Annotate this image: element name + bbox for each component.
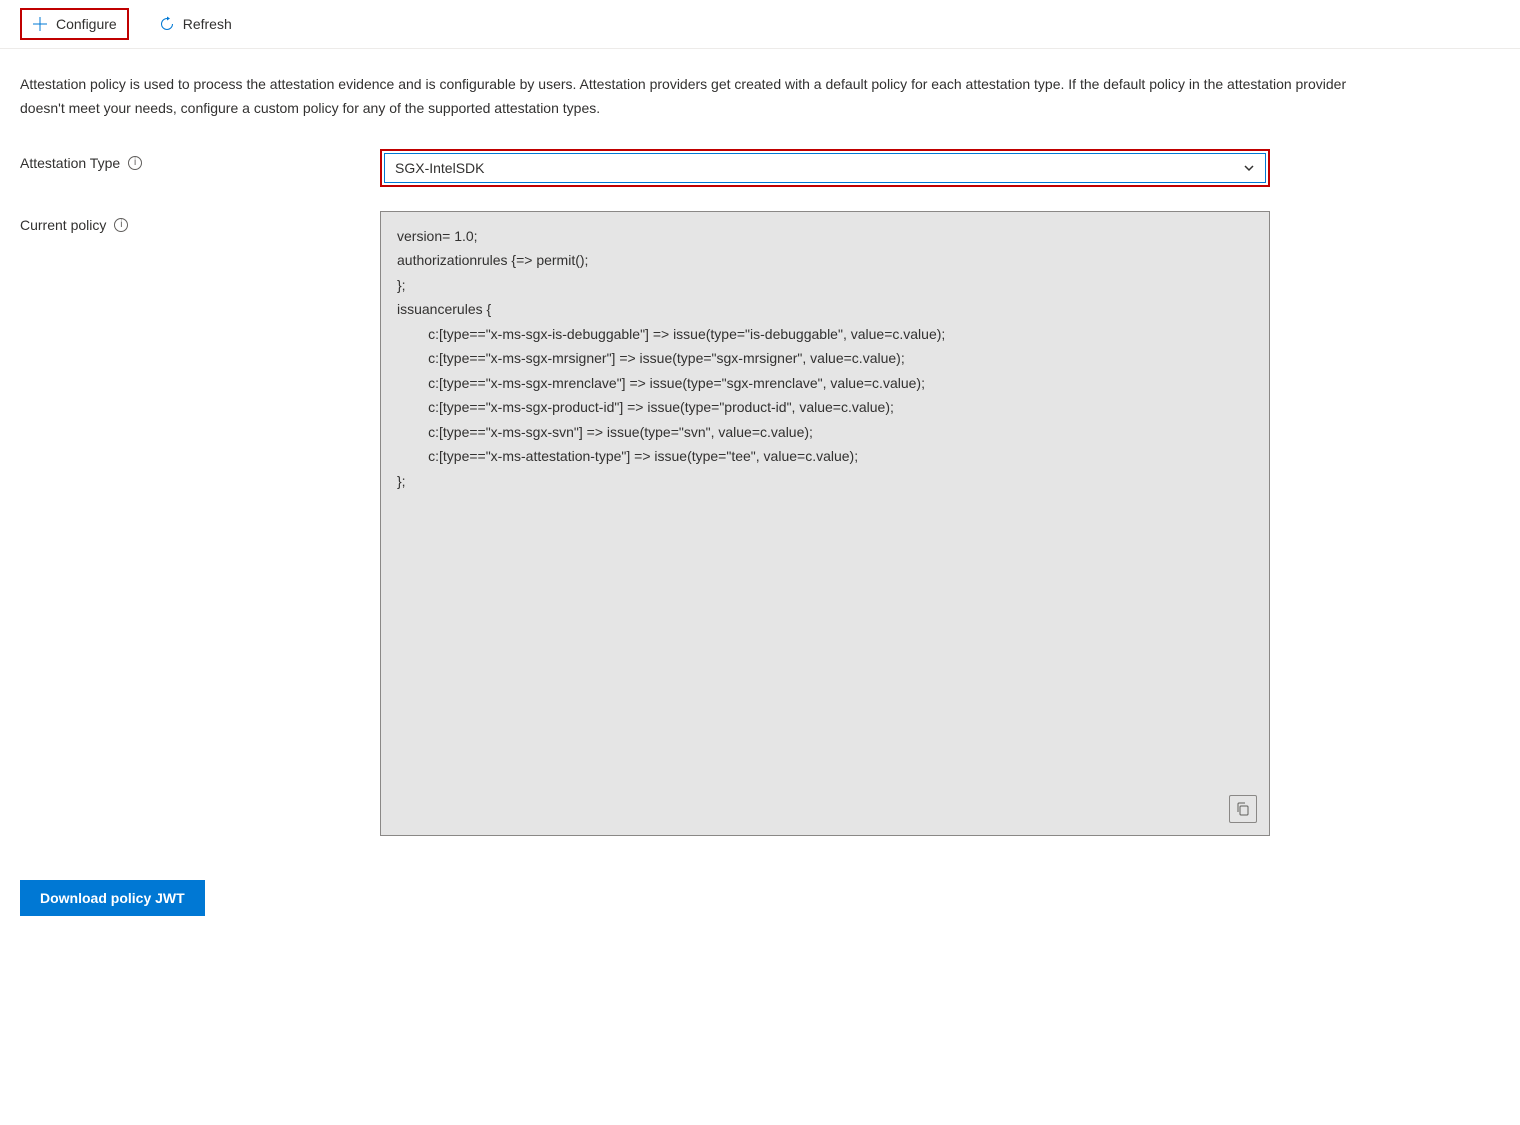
current-policy-control: version= 1.0; authorizationrules {=> per… <box>380 211 1270 836</box>
download-policy-jwt-button[interactable]: Download policy JWT <box>20 880 205 916</box>
attestation-type-label-group: Attestation Type i <box>20 149 380 171</box>
toolbar: Configure Refresh <box>0 0 1520 49</box>
copy-icon <box>1235 801 1251 817</box>
chevron-down-icon <box>1243 162 1255 174</box>
info-icon[interactable]: i <box>114 218 128 232</box>
attestation-type-dropdown[interactable]: SGX-IntelSDK <box>384 153 1266 183</box>
refresh-label: Refresh <box>183 16 232 32</box>
content-area: Attestation policy is used to process th… <box>0 49 1520 940</box>
attestation-type-label: Attestation Type <box>20 155 120 171</box>
plus-icon <box>32 16 48 32</box>
info-icon[interactable]: i <box>128 156 142 170</box>
attestation-type-value: SGX-IntelSDK <box>395 160 484 176</box>
attestation-type-row: Attestation Type i SGX-IntelSDK <box>20 149 1500 187</box>
attestation-type-control: SGX-IntelSDK <box>380 149 1270 187</box>
attestation-type-dropdown-highlight: SGX-IntelSDK <box>380 149 1270 187</box>
copy-button[interactable] <box>1229 795 1257 823</box>
policy-content: version= 1.0; authorizationrules {=> per… <box>397 228 945 489</box>
refresh-icon <box>159 16 175 32</box>
current-policy-row: Current policy i version= 1.0; authoriza… <box>20 211 1500 836</box>
configure-button[interactable]: Configure <box>20 8 129 40</box>
refresh-button[interactable]: Refresh <box>149 10 242 38</box>
current-policy-label: Current policy <box>20 217 106 233</box>
configure-label: Configure <box>56 16 117 32</box>
description-text: Attestation policy is used to process th… <box>20 73 1360 121</box>
current-policy-label-group: Current policy i <box>20 211 380 233</box>
policy-content-box: version= 1.0; authorizationrules {=> per… <box>380 211 1270 836</box>
